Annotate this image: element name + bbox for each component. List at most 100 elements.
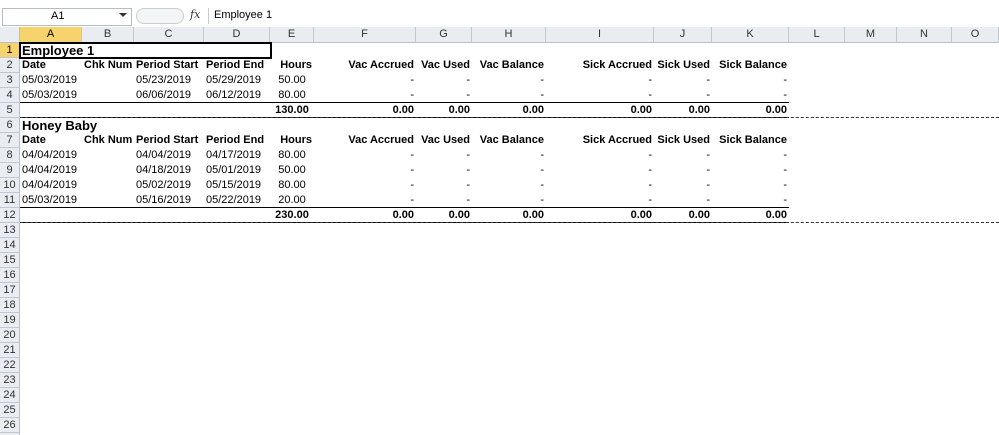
- data-cell[interactable]: 05/22/2019: [206, 193, 268, 208]
- data-cell[interactable]: [84, 193, 132, 208]
- total-cell[interactable]: 0.00: [714, 208, 787, 223]
- column-label[interactable]: Vac Used: [418, 133, 470, 148]
- row-header-14[interactable]: 14: [0, 238, 20, 253]
- total-cell[interactable]: 0.00: [656, 208, 710, 223]
- data-cell[interactable]: 80.00: [272, 88, 312, 103]
- select-all-button[interactable]: [0, 27, 20, 43]
- data-cell[interactable]: -: [316, 73, 414, 88]
- data-cell[interactable]: -: [474, 178, 544, 193]
- total-cell[interactable]: 0.00: [656, 103, 710, 118]
- column-header-i[interactable]: I: [546, 27, 654, 43]
- column-label[interactable]: Vac Accrued: [316, 133, 414, 148]
- column-label[interactable]: Vac Balance: [474, 58, 544, 73]
- data-cell[interactable]: -: [548, 178, 652, 193]
- column-label[interactable]: Chk Num: [84, 133, 132, 148]
- row-header-26[interactable]: 26: [0, 418, 20, 433]
- row-header-17[interactable]: 17: [0, 283, 20, 298]
- row-header-13[interactable]: 13: [0, 223, 20, 238]
- column-header-h[interactable]: H: [472, 27, 546, 43]
- data-cell[interactable]: -: [418, 178, 470, 193]
- column-header-n[interactable]: N: [897, 27, 952, 43]
- data-cell[interactable]: 06/12/2019: [206, 88, 268, 103]
- data-cell[interactable]: [84, 178, 132, 193]
- column-label[interactable]: Sick Balance: [714, 58, 787, 73]
- total-cell[interactable]: 0.00: [418, 208, 470, 223]
- formula-bar-resize-handle[interactable]: [136, 8, 184, 24]
- data-cell[interactable]: -: [656, 73, 710, 88]
- column-header-m[interactable]: M: [845, 27, 897, 43]
- data-cell[interactable]: -: [474, 73, 544, 88]
- column-label[interactable]: Sick Used: [656, 133, 710, 148]
- data-cell[interactable]: -: [316, 178, 414, 193]
- data-cell[interactable]: -: [474, 193, 544, 208]
- data-cell[interactable]: 20.00: [272, 193, 312, 208]
- data-cell[interactable]: [84, 88, 132, 103]
- data-cell[interactable]: 04/04/2019: [136, 148, 202, 163]
- data-cell[interactable]: 04/04/2019: [22, 178, 80, 193]
- row-header-23[interactable]: 23: [0, 373, 20, 388]
- data-cell[interactable]: 05/15/2019: [206, 178, 268, 193]
- row-header-2[interactable]: 2: [0, 58, 20, 73]
- row-header-11[interactable]: 11: [0, 193, 20, 208]
- data-cell[interactable]: -: [656, 88, 710, 103]
- total-cell[interactable]: 230.00: [272, 208, 312, 223]
- section-title[interactable]: Honey Baby: [22, 118, 268, 133]
- total-cell[interactable]: 0.00: [316, 103, 414, 118]
- row-header-15[interactable]: 15: [0, 253, 20, 268]
- row-header-24[interactable]: 24: [0, 388, 20, 403]
- data-cell[interactable]: -: [548, 163, 652, 178]
- data-cell[interactable]: -: [656, 148, 710, 163]
- row-header-6[interactable]: 6: [0, 118, 20, 133]
- column-label[interactable]: Sick Accrued: [548, 133, 652, 148]
- row-header-21[interactable]: 21: [0, 343, 20, 358]
- data-cell[interactable]: -: [714, 163, 787, 178]
- data-cell[interactable]: 04/04/2019: [22, 163, 80, 178]
- column-header-k[interactable]: K: [712, 27, 789, 43]
- column-header-j[interactable]: J: [654, 27, 712, 43]
- data-cell[interactable]: [84, 163, 132, 178]
- column-label[interactable]: Hours: [272, 58, 312, 73]
- data-cell[interactable]: -: [474, 148, 544, 163]
- data-cell[interactable]: 05/03/2019: [22, 88, 80, 103]
- column-label[interactable]: Sick Used: [656, 58, 710, 73]
- chevron-down-icon[interactable]: [119, 13, 127, 17]
- active-cell-a1[interactable]: [19, 42, 272, 59]
- column-header-b[interactable]: B: [82, 27, 134, 43]
- column-label[interactable]: Vac Used: [418, 58, 470, 73]
- data-cell[interactable]: 04/04/2019: [22, 148, 80, 163]
- column-header-c[interactable]: C: [134, 27, 204, 43]
- data-cell[interactable]: 04/18/2019: [136, 163, 202, 178]
- insert-function-icon[interactable]: fx: [190, 8, 200, 21]
- data-cell[interactable]: -: [316, 88, 414, 103]
- total-cell[interactable]: 0.00: [474, 103, 544, 118]
- column-label[interactable]: Chk Num: [84, 58, 132, 73]
- data-cell[interactable]: -: [316, 163, 414, 178]
- column-label[interactable]: Vac Accrued: [316, 58, 414, 73]
- row-header-3[interactable]: 3: [0, 73, 20, 88]
- column-label[interactable]: Period Start: [136, 58, 202, 73]
- column-label[interactable]: Period End: [206, 58, 268, 73]
- column-header-a[interactable]: A: [20, 27, 82, 43]
- data-cell[interactable]: 05/03/2019: [22, 73, 80, 88]
- formula-input[interactable]: Employee 1: [208, 8, 999, 24]
- data-cell[interactable]: 06/06/2019: [136, 88, 202, 103]
- total-cell[interactable]: 0.00: [714, 103, 787, 118]
- row-header-18[interactable]: 18: [0, 298, 20, 313]
- data-cell[interactable]: 50.00: [272, 163, 312, 178]
- row-header-8[interactable]: 8: [0, 148, 20, 163]
- data-cell[interactable]: -: [548, 148, 652, 163]
- data-cell[interactable]: 05/03/2019: [22, 193, 80, 208]
- row-header-20[interactable]: 20: [0, 328, 20, 343]
- data-cell[interactable]: 50.00: [272, 73, 312, 88]
- column-label[interactable]: Period Start: [136, 133, 202, 148]
- data-cell[interactable]: -: [418, 148, 470, 163]
- total-cell[interactable]: 0.00: [548, 208, 652, 223]
- data-cell[interactable]: 80.00: [272, 148, 312, 163]
- column-label[interactable]: Hours: [272, 133, 312, 148]
- column-header-d[interactable]: D: [204, 27, 270, 43]
- row-header-16[interactable]: 16: [0, 268, 20, 283]
- row-header-12[interactable]: 12: [0, 208, 20, 223]
- column-header-f[interactable]: F: [314, 27, 416, 43]
- row-header-4[interactable]: 4: [0, 88, 20, 103]
- data-cell[interactable]: -: [714, 178, 787, 193]
